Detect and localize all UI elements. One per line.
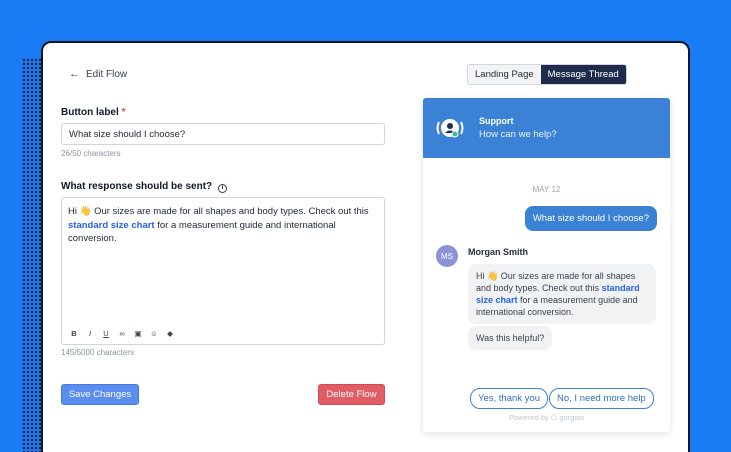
agent-name: Morgan Smith: [468, 247, 528, 257]
back-link[interactable]: ← Edit Flow: [69, 68, 127, 80]
customer-message: What size should I choose?: [524, 206, 657, 231]
response-title: What response should be sent? i: [61, 181, 227, 193]
quick-reply-yes-button[interactable]: Yes, thank you: [470, 388, 548, 409]
save-changes-button[interactable]: Save Changes: [61, 384, 139, 405]
underline-icon[interactable]: U: [102, 329, 110, 338]
button-label-count: 26/50 characters: [61, 149, 121, 158]
arrow-left-icon: ←: [69, 68, 80, 80]
chat-header: Support How can we help?: [423, 98, 670, 158]
info-icon[interactable]: i: [217, 184, 227, 193]
emoji-icon[interactable]: ☺: [150, 329, 158, 338]
response-editor[interactable]: Hi 👋 Our sizes are made for all shapes a…: [61, 197, 385, 345]
message-date: MAY 12: [532, 185, 561, 194]
response-count: 145/5000 characters: [61, 348, 134, 357]
back-label: Edit Flow: [86, 68, 128, 80]
response-title-text: What response should be sent?: [61, 181, 213, 192]
tab-message-thread[interactable]: Message Thread: [540, 65, 626, 84]
response-text[interactable]: Hi 👋 Our sizes are made for all shapes a…: [68, 205, 380, 246]
tab-landing-page[interactable]: Landing Page: [468, 65, 541, 84]
image-icon[interactable]: ▣: [134, 329, 142, 338]
quick-reply-no-button[interactable]: No, I need more help: [549, 388, 654, 409]
preview-tabs: Landing Page Message Thread: [467, 64, 627, 85]
chat-header-subtitle: How can we help?: [479, 129, 557, 140]
chat-preview: Support How can we help? MAY 12 What siz…: [423, 98, 670, 432]
editor-toolbar: B I U ∞ ▣ ☺ ◆: [70, 329, 174, 338]
powered-by: Powered by ⎔ gorgias: [509, 413, 584, 422]
link-icon[interactable]: ∞: [118, 329, 126, 338]
delete-flow-button[interactable]: Delete Flow: [318, 384, 385, 405]
chat-header-title: Support: [479, 116, 514, 126]
required-mark: *: [121, 107, 126, 118]
button-label-input[interactable]: What size should I choose?: [61, 123, 385, 145]
flow-editor-card: ← Edit Flow Button label * What size sho…: [41, 41, 690, 452]
button-label-title-text: Button label: [61, 107, 119, 118]
followup-message: Was this helpful?: [468, 326, 553, 350]
support-avatar-icon: [436, 119, 464, 138]
attachment-icon[interactable]: ◆: [166, 329, 174, 338]
agent-message: Hi 👋 Our sizes are made for all shapes a…: [468, 264, 656, 324]
response-text-start: Hi 👋 Our sizes are made for all shapes a…: [68, 206, 369, 217]
size-chart-link[interactable]: standard size chart: [68, 220, 155, 231]
avatar: MS: [436, 245, 458, 267]
button-label-title: Button label *: [61, 107, 125, 118]
italic-icon[interactable]: I: [86, 329, 94, 338]
bold-icon[interactable]: B: [70, 329, 78, 338]
